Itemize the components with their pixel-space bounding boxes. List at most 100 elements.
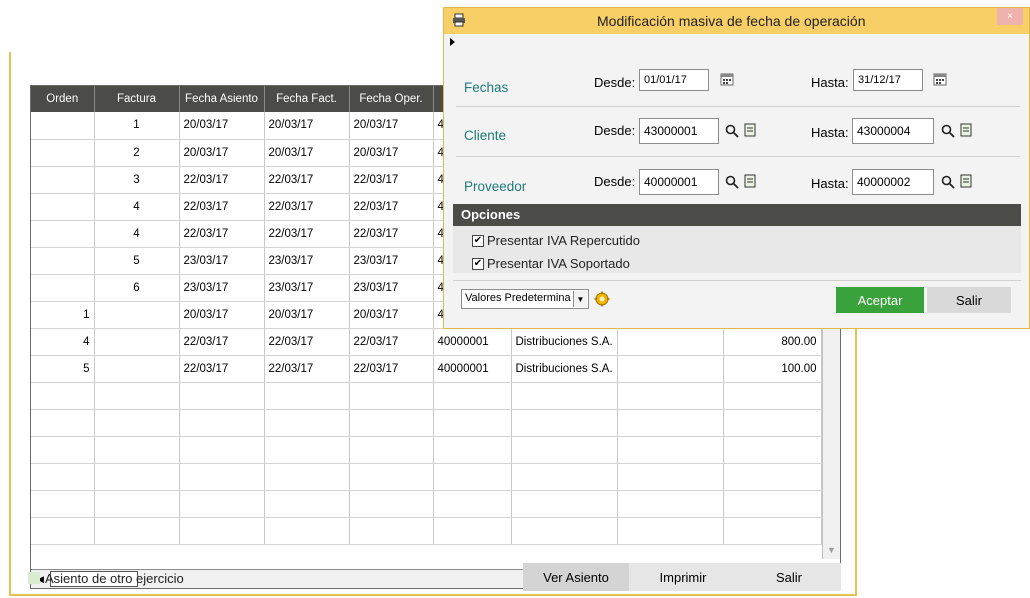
table-cell (31, 112, 95, 140)
table-cell: 22/03/17 (179, 193, 265, 221)
table-cell: 22/03/17 (349, 328, 434, 356)
preset-select[interactable]: Valores Predetermina ▼ (461, 289, 589, 309)
cliente-desde-input[interactable]: 43000001 (639, 118, 719, 144)
table-cell (511, 409, 618, 437)
proveedor-hasta-input[interactable]: 40000002 (852, 169, 934, 195)
table-cell (31, 463, 95, 491)
table-row[interactable]: 4 22/03/17 22/03/17 22/03/17 40000001 Distrib… (31, 328, 822, 356)
table-cell (433, 409, 512, 437)
table-cell: 22/03/17 (349, 166, 434, 194)
table-cell (617, 517, 724, 545)
table-cell (264, 463, 350, 491)
document-icon[interactable] (744, 123, 756, 137)
table-cell (433, 517, 512, 545)
divider (456, 106, 1020, 107)
table-cell: 22/03/17 (264, 193, 350, 221)
dialog-title-bar[interactable]: Modificación masiva de fecha de operació… (444, 8, 1029, 34)
table-cell (617, 463, 724, 491)
chevron-down-icon[interactable]: ▼ (573, 291, 587, 307)
document-icon[interactable] (960, 123, 972, 137)
column-header[interactable]: Fecha Fact. (264, 86, 350, 112)
ver-asiento-label: Ver Asiento (543, 569, 609, 585)
table-cell (264, 436, 350, 464)
table-row[interactable] (31, 409, 822, 437)
table-cell (31, 220, 95, 248)
table-cell: 23/03/17 (349, 247, 434, 275)
dialog-salir-button[interactable]: Salir (927, 287, 1011, 313)
modify-dates-dialog: Modificación masiva de fecha de operació… (443, 7, 1030, 329)
table-cell (511, 382, 618, 410)
proveedor-label[interactable]: Proveedor (464, 179, 526, 194)
cliente-label[interactable]: Cliente (464, 128, 506, 143)
main-salir-button[interactable]: Salir (737, 563, 841, 591)
table-cell (31, 274, 95, 302)
gear-icon[interactable] (594, 291, 610, 307)
table-cell: 40000001 (433, 355, 512, 383)
table-cell: 20/03/17 (264, 112, 350, 140)
fechas-desde-label: Desde: (594, 75, 636, 90)
table-row[interactable]: 5 22/03/17 22/03/17 22/03/17 40000001 Distrib… (31, 355, 822, 383)
search-icon[interactable] (725, 175, 739, 189)
table-cell: 22/03/17 (264, 220, 350, 248)
table-cell (723, 409, 822, 437)
table-cell (349, 409, 434, 437)
table-cell (264, 382, 350, 410)
table-cell: 20/03/17 (179, 112, 265, 140)
search-icon[interactable] (725, 124, 739, 138)
fechas-desde-input[interactable]: 01/01/17 (639, 69, 709, 91)
column-header[interactable]: Orden (31, 86, 95, 112)
fechas-hasta-input[interactable]: 31/12/17 (853, 69, 923, 91)
table-cell (31, 409, 95, 437)
table-cell: 100.00 (723, 355, 822, 383)
table-cell (264, 409, 350, 437)
column-header[interactable]: Fecha Oper. (349, 86, 434, 112)
document-icon[interactable] (744, 174, 756, 188)
dialog-title: Modificación masiva de fecha de operació… (597, 13, 866, 29)
table-cell (94, 409, 180, 437)
calendar-icon[interactable] (720, 72, 734, 86)
table-cell (94, 463, 180, 491)
table-cell: 22/03/17 (264, 166, 350, 194)
table-row[interactable] (31, 436, 822, 464)
search-icon[interactable] (941, 124, 955, 138)
table-row[interactable] (31, 517, 822, 545)
imprimir-button[interactable]: Imprimir (631, 563, 735, 591)
cliente-desde-label: Desde: (594, 123, 636, 138)
column-header[interactable]: Factura (94, 86, 180, 112)
table-cell: 20/03/17 (179, 139, 265, 167)
proveedor-desde-input[interactable]: 40000001 (639, 169, 719, 195)
table-cell (511, 517, 618, 545)
preset-select-value: Valores Predetermina (465, 292, 571, 304)
main-salir-label: Salir (775, 569, 802, 585)
iva-repercutido-checkbox[interactable]: ✔ (472, 235, 484, 247)
table-row[interactable] (31, 382, 822, 410)
ver-asiento-button[interactable]: Ver Asiento (523, 563, 629, 591)
table-cell: 20/03/17 (349, 112, 434, 140)
fechas-label[interactable]: Fechas (464, 80, 508, 95)
divider (456, 156, 1020, 157)
table-row[interactable] (31, 490, 822, 518)
table-cell (31, 139, 95, 167)
cliente-hasta-input[interactable]: 43000004 (852, 118, 934, 144)
aceptar-button[interactable]: Aceptar (836, 287, 924, 313)
table-cell: 23/03/17 (264, 247, 350, 275)
column-header[interactable]: Fecha Asiento (179, 86, 265, 112)
table-cell: 20/03/17 (349, 139, 434, 167)
search-icon[interactable] (941, 175, 955, 189)
iva-soportado-checkbox[interactable]: ✔ (472, 258, 484, 270)
table-cell (31, 166, 95, 194)
table-cell (723, 517, 822, 545)
table-cell (264, 490, 350, 518)
calendar-icon[interactable] (933, 72, 947, 86)
scroll-down-icon[interactable]: ▼ (823, 541, 840, 559)
table-cell (723, 382, 822, 410)
table-row[interactable] (31, 463, 822, 491)
table-cell: 800.00 (723, 328, 822, 356)
close-icon[interactable]: × (997, 8, 1023, 25)
legend-swatch (28, 572, 40, 584)
document-icon[interactable] (960, 174, 972, 188)
aceptar-label: Aceptar (857, 292, 903, 308)
imprimir-label: Imprimir (659, 569, 707, 585)
table-cell: 5 (31, 355, 95, 383)
table-cell (349, 382, 434, 410)
